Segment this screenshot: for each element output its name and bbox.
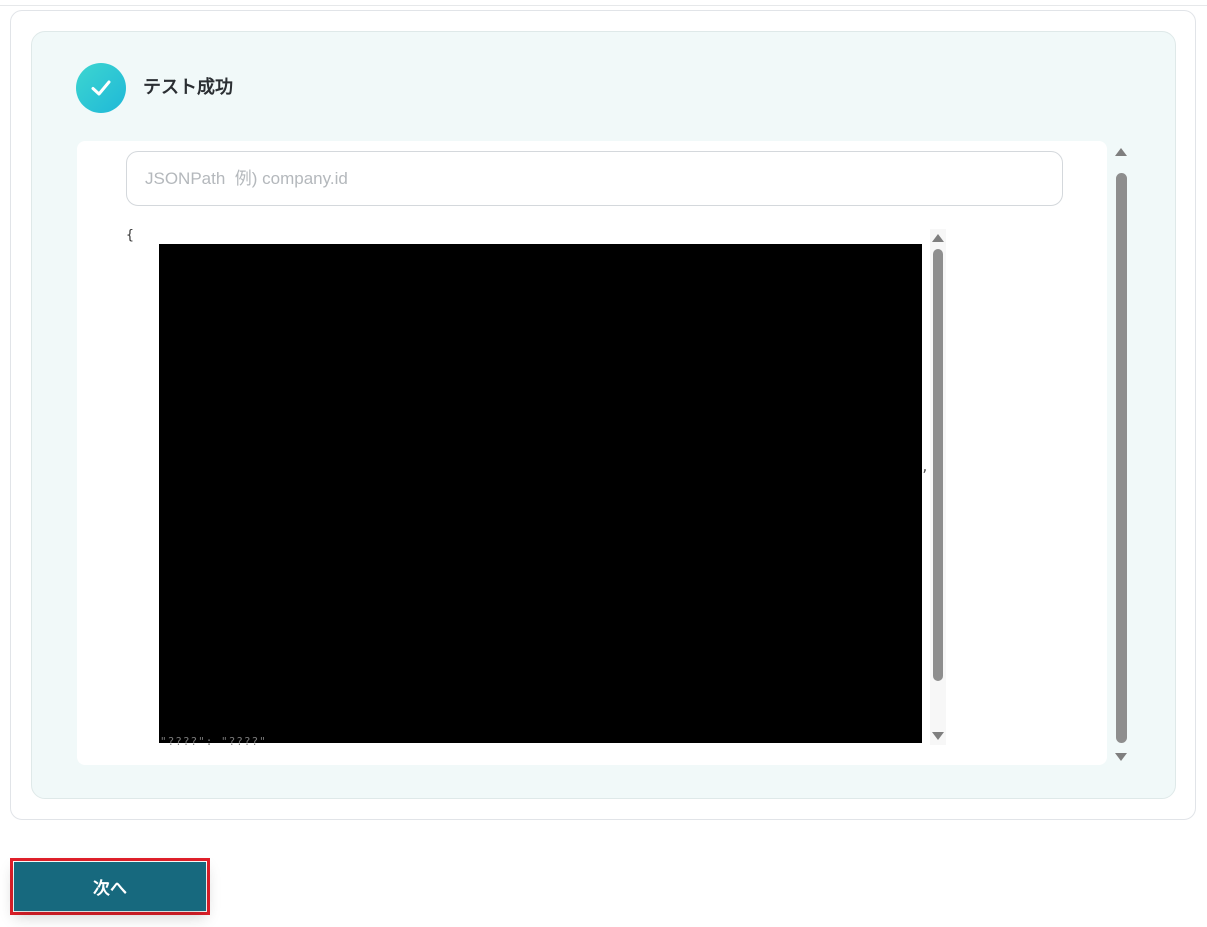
top-divider	[0, 5, 1207, 6]
json-open-brace: {	[126, 228, 134, 243]
json-comma: ,	[921, 460, 929, 475]
success-check-icon	[76, 63, 126, 113]
json-trailing-line: "????": "????"	[160, 735, 267, 748]
jsonpath-search-input[interactable]	[126, 151, 1063, 206]
redacted-json-content	[159, 244, 922, 743]
panel-scroll-up-icon[interactable]	[1115, 148, 1127, 156]
panel-scrollbar-thumb[interactable]	[1116, 173, 1127, 743]
json-scrollbar-thumb[interactable]	[933, 249, 943, 681]
panel-scroll-down-icon[interactable]	[1115, 753, 1127, 761]
next-button[interactable]: 次へ	[14, 862, 206, 911]
status-title: テスト成功	[143, 77, 233, 98]
json-scroll-down-icon[interactable]	[932, 732, 944, 740]
json-scroll-up-icon[interactable]	[932, 234, 944, 242]
